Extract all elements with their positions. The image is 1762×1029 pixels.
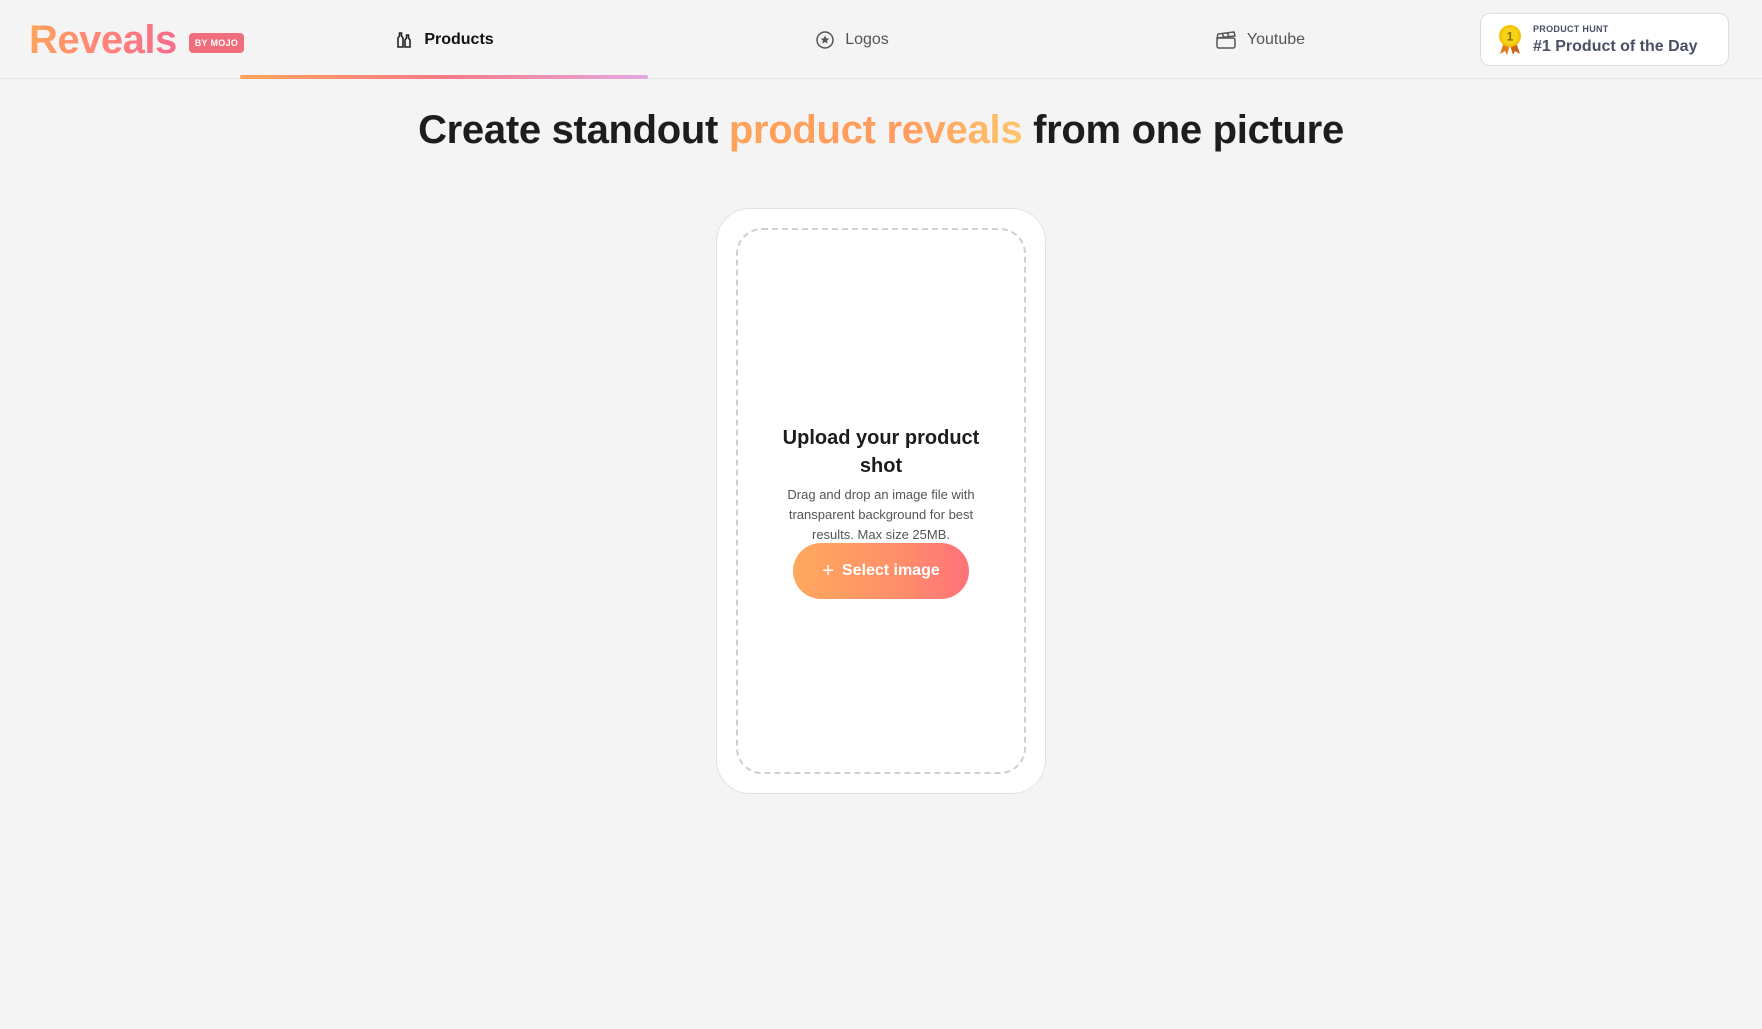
- select-image-label: Select image: [841, 562, 940, 579]
- tab-youtube[interactable]: Youtube: [1056, 0, 1464, 79]
- medal-number: 1: [1507, 30, 1514, 44]
- medal-icon: 1: [1499, 25, 1521, 55]
- brand-name: Reveals: [29, 18, 177, 62]
- tab-logos-label: Logos: [845, 30, 889, 48]
- tab-products[interactable]: Products: [240, 0, 648, 79]
- active-tab-indicator: [240, 75, 648, 79]
- headline-part2: from one picture: [1022, 108, 1344, 152]
- upload-description: Drag and drop an image file with transpa…: [787, 487, 975, 542]
- bottles-icon: [397, 31, 412, 48]
- headline-part1: Create standout: [418, 108, 729, 152]
- product-hunt-title: #1 Product of the Day: [1533, 38, 1698, 55]
- headline-accent: product reveals: [728, 108, 1023, 152]
- brand-badge: BY MOJO: [188, 33, 245, 53]
- upload-card: Upload your product shot Drag and drop a…: [716, 208, 1046, 794]
- select-image-button[interactable]: + Select image: [793, 543, 969, 599]
- page-headline: Create standout product reveals from one…: [0, 108, 1762, 153]
- product-hunt-badge[interactable]: 1 PRODUCT HUNT #1 Product of the Day: [1480, 13, 1729, 66]
- star-circle-icon: [816, 30, 834, 49]
- plus-icon: +: [822, 560, 834, 582]
- tab-logos[interactable]: Logos: [648, 0, 1056, 79]
- tab-products-label: Products: [424, 30, 494, 48]
- brand-logo[interactable]: Reveals BY MOJO: [29, 16, 245, 64]
- top-nav: Reveals BY MOJO Products Logos Youtube 1…: [0, 0, 1762, 79]
- clapperboard-icon: [1215, 30, 1236, 49]
- upload-dropzone[interactable]: Upload your product shot Drag and drop a…: [736, 228, 1026, 774]
- product-hunt-eyebrow: PRODUCT HUNT: [1533, 24, 1609, 34]
- tab-youtube-label: Youtube: [1246, 30, 1306, 48]
- upload-title: Upload your product shot: [782, 427, 980, 477]
